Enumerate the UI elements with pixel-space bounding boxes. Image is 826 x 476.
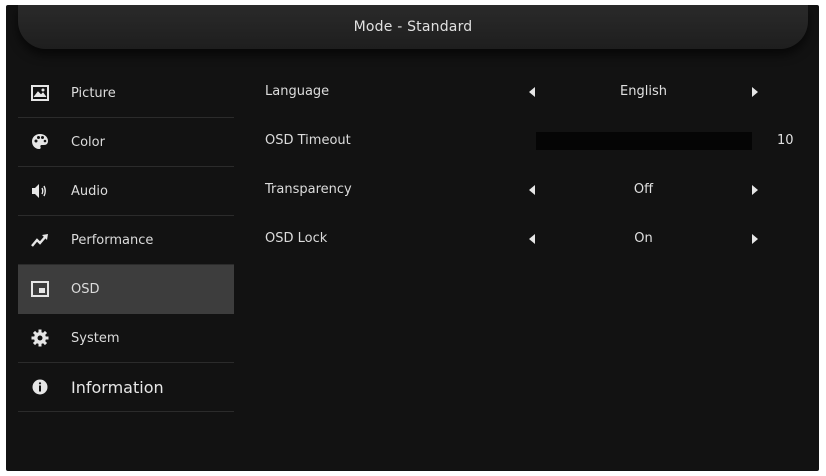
osd-icon (31, 280, 49, 298)
sidebar-item-system[interactable]: System (18, 314, 234, 363)
arrow-right-icon[interactable] (752, 234, 758, 244)
setting-label: OSD Lock (265, 231, 328, 246)
setting-value: On (634, 231, 653, 246)
arrow-left-icon[interactable] (529, 185, 535, 195)
setting-label: OSD Timeout (265, 133, 351, 148)
setting-row-language[interactable]: Language English (6, 69, 819, 117)
arrow-right-icon[interactable] (752, 87, 758, 97)
info-icon (31, 378, 49, 396)
gear-icon (31, 329, 49, 347)
setting-value: 10 (777, 133, 794, 148)
setting-label: Language (265, 84, 330, 99)
sidebar-item-label: Information (71, 377, 164, 397)
setting-row-osd-lock[interactable]: OSD Lock On (6, 216, 819, 264)
arrow-left-icon[interactable] (529, 87, 535, 97)
setting-label: Transparency (265, 182, 352, 197)
sidebar-item-information[interactable]: Information (18, 363, 234, 412)
osd-timeout-slider[interactable] (536, 132, 752, 150)
setting-row-transparency[interactable]: Transparency Off (6, 167, 819, 215)
arrow-left-icon[interactable] (529, 234, 535, 244)
sidebar-item-label: OSD (71, 281, 100, 297)
osd-header: Mode - Standard (18, 5, 808, 49)
sidebar-item-label: System (71, 330, 120, 346)
osd-window: Mode - Standard Picture Color Audio Perf… (6, 5, 819, 471)
mode-title: Mode - Standard (353, 19, 473, 35)
setting-value: Off (633, 182, 654, 197)
arrow-right-icon[interactable] (752, 185, 758, 195)
sidebar-item-osd[interactable]: OSD (18, 265, 234, 314)
setting-value: English (620, 84, 667, 99)
setting-row-osd-timeout[interactable]: OSD Timeout 10 (6, 118, 819, 166)
